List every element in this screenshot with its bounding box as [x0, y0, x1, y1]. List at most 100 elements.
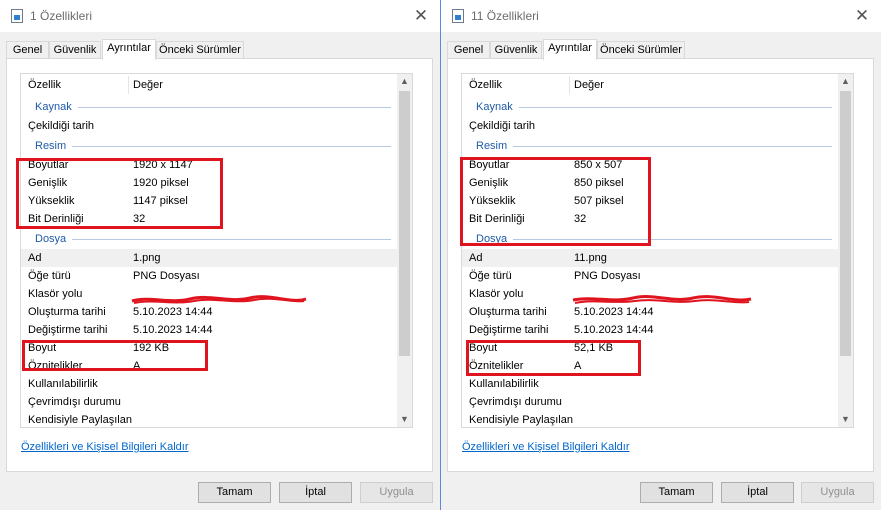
tab-genel[interactable]: Genel [6, 41, 49, 59]
property-name: Kullanılabilirlik [28, 378, 98, 390]
property-row-kullanilabilirlik[interactable]: Kullanılabilirlik [462, 375, 840, 393]
property-name: Çevrimdışı durumu [28, 396, 121, 408]
group-resim: Resim [21, 135, 399, 156]
column-divider[interactable] [128, 76, 129, 94]
property-row-kendisiyle-paylasilan[interactable]: Kendisiyle Paylaşılan [462, 411, 840, 427]
redaction-scribble [572, 295, 752, 304]
property-name: Öğe türü [469, 270, 512, 282]
title-bar: 1 Özellikleri ✕ [0, 0, 440, 32]
scroll-down-icon[interactable]: ▼ [838, 412, 853, 427]
column-header-value[interactable]: Değer [574, 79, 604, 91]
column-header-property[interactable]: Özellik [469, 79, 502, 91]
properties-window-11: 11 Özellikleri ✕ Genel Güvenlik Ayrıntıl… [441, 0, 881, 510]
highlight-dimensions [16, 158, 223, 229]
details-panel: Özellik Değer Kaynak Çekildiği tarih Resim… [6, 58, 433, 472]
cancel-button[interactable]: İptal [721, 482, 794, 503]
group-label: Resim [476, 140, 508, 152]
property-row-kendisiyle-paylasilan[interactable]: Kendisiyle Paylaşılan [21, 411, 399, 427]
property-value: PNG Dosyası [133, 270, 200, 282]
vertical-scrollbar[interactable]: ▲ ▼ [838, 74, 853, 427]
property-row-cevrimdisi-durumu[interactable]: Çevrimdışı durumu [21, 393, 399, 411]
group-dosya: Dosya [21, 228, 399, 249]
group-divider [72, 239, 391, 240]
property-value: 5.10.2023 14:44 [574, 324, 654, 336]
column-header-property[interactable]: Özellik [28, 79, 61, 91]
property-value: PNG Dosyası [574, 270, 641, 282]
property-row-kullanilabilirlik[interactable]: Kullanılabilirlik [21, 375, 399, 393]
ok-button[interactable]: Tamam [198, 482, 271, 503]
property-name: Kendisiyle Paylaşılan [469, 414, 573, 426]
scroll-down-icon[interactable]: ▼ [397, 412, 412, 427]
highlight-size [466, 340, 641, 376]
tab-guvenlik[interactable]: Güvenlik [490, 41, 542, 59]
tab-genel[interactable]: Genel [447, 41, 490, 59]
property-rows: Kaynak Çekildiği tarih Resim Boyutlar 1920 x… [21, 96, 399, 427]
property-row-cekildigi-tarih[interactable]: Çekildiği tarih [21, 117, 399, 135]
property-rows: Kaynak Çekildiği tarih Resim Boyutlar 850 x … [462, 96, 840, 427]
property-row-cekildigi-tarih[interactable]: Çekildiği tarih [462, 117, 840, 135]
title-bar: 11 Özellikleri ✕ [441, 0, 881, 32]
details-panel: Özellik Değer Kaynak Çekildiği tarih Resim… [447, 58, 874, 472]
redaction-scribble [131, 295, 307, 304]
column-divider[interactable] [569, 76, 570, 94]
image-file-icon [452, 9, 464, 23]
group-divider [72, 146, 391, 147]
property-value: 1.png [133, 252, 161, 264]
property-list[interactable]: Özellik Değer Kaynak Çekildiği tarih Resim… [20, 73, 413, 428]
close-icon[interactable]: ✕ [410, 5, 432, 27]
property-name: Çekildiği tarih [28, 120, 95, 132]
ok-button[interactable]: Tamam [640, 482, 713, 503]
apply-button[interactable]: Uygula [360, 482, 433, 503]
scroll-up-icon[interactable]: ▲ [838, 74, 853, 89]
tab-ayrintilar[interactable]: Ayrıntılar [102, 39, 156, 60]
scroll-up-icon[interactable]: ▲ [397, 74, 412, 89]
highlight-dimensions [460, 157, 651, 246]
property-row-degistirme-tarihi[interactable]: Değiştirme tarihi 5.10.2023 14:44 [462, 321, 840, 339]
property-name: Kendisiyle Paylaşılan [28, 414, 132, 426]
properties-window-1: 1 Özellikleri ✕ Genel Güvenlik Ayrıntıla… [0, 0, 440, 510]
group-resim: Resim [462, 135, 840, 156]
column-header-value[interactable]: Değer [133, 79, 163, 91]
scroll-thumb[interactable] [840, 91, 851, 356]
tab-onceki-surumler[interactable]: Önceki Sürümler [597, 41, 685, 59]
property-name: Ad [469, 252, 483, 264]
property-name: Oluşturma tarihi [469, 306, 547, 318]
tab-ayrintilar[interactable]: Ayrıntılar [543, 39, 597, 60]
property-name: Değiştirme tarihi [469, 324, 549, 336]
cancel-button[interactable]: İptal [279, 482, 352, 503]
apply-button[interactable]: Uygula [801, 482, 874, 503]
close-icon[interactable]: ✕ [851, 5, 873, 27]
property-name: Öğe türü [28, 270, 71, 282]
remove-properties-link[interactable]: Özellikleri ve Kişisel Bilgileri Kaldır [21, 441, 189, 453]
property-name: Klasör yolu [469, 288, 524, 300]
group-divider [78, 107, 391, 108]
scroll-thumb[interactable] [399, 91, 410, 356]
remove-properties-link[interactable]: Özellikleri ve Kişisel Bilgileri Kaldır [462, 441, 630, 453]
property-row-degistirme-tarihi[interactable]: Değiştirme tarihi 5.10.2023 14:44 [21, 321, 399, 339]
group-kaynak: Kaynak [462, 96, 840, 117]
property-name: Ad [28, 252, 42, 264]
property-row-cevrimdisi-durumu[interactable]: Çevrimdışı durumu [462, 393, 840, 411]
group-divider [513, 146, 832, 147]
property-name: Değiştirme tarihi [28, 324, 108, 336]
property-name: Kullanılabilirlik [469, 378, 539, 390]
group-label: Kaynak [35, 101, 72, 113]
property-row-ad[interactable]: Ad 11.png [462, 249, 840, 267]
window-title: 11 Özellikleri [471, 9, 539, 23]
tab-onceki-surumler[interactable]: Önceki Sürümler [156, 41, 244, 59]
property-name: Oluşturma tarihi [28, 306, 106, 318]
list-header: Özellik Değer [21, 74, 399, 96]
property-row-ad[interactable]: Ad 1.png [21, 249, 399, 267]
group-divider [519, 107, 832, 108]
tab-guvenlik[interactable]: Güvenlik [49, 41, 101, 59]
property-value: 5.10.2023 14:44 [133, 324, 213, 336]
property-row-oge-turu[interactable]: Öğe türü PNG Dosyası [462, 267, 840, 285]
property-value: 11.png [574, 252, 607, 264]
vertical-scrollbar[interactable]: ▲ ▼ [397, 74, 412, 427]
group-label: Dosya [35, 233, 67, 245]
property-name: Klasör yolu [28, 288, 83, 300]
highlight-size [22, 340, 208, 371]
property-name: Çevrimdışı durumu [469, 396, 562, 408]
property-row-oge-turu[interactable]: Öğe türü PNG Dosyası [21, 267, 399, 285]
group-label: Resim [35, 140, 67, 152]
